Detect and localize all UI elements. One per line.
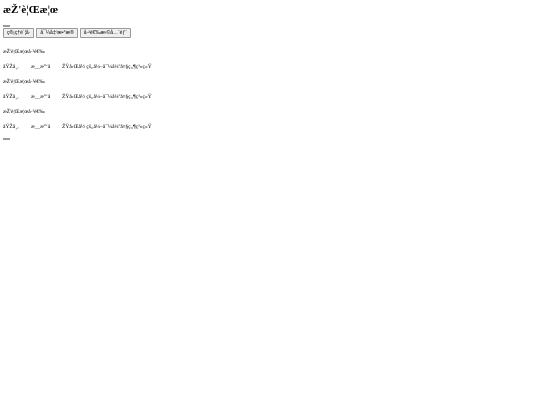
record-row: åŸŽå¸‚ æ__æ°‘å ŽŸå›Œå½ çš„å¼–å¯¼å¼ºå¤§ç„… — [3, 93, 533, 101]
record-description: ŽŸå›Œå½ çš„å¼–å¯¼å¼ºå¤§ç„¶ç³»ç»Ÿ — [62, 64, 152, 70]
record-title: æŽ'è¦Œæ¦œå·²é€‰ — [3, 49, 45, 55]
record-name: æ__æ°‘å — [31, 94, 51, 100]
list-item: æŽ'è¦Œæ¦œå·²é€‰ åŸŽå¸‚ æ__æ°‘å ŽŸå›Œå½ ç… — [3, 108, 533, 131]
load-more-button[interactable] — [3, 138, 10, 140]
record-description: ŽŸå›Œå½ çš„å¼–å¯¼å¼ºå¤§ç„¶ç³»ç»Ÿ — [62, 94, 152, 100]
select-all-button[interactable]: å·²é€‰æ‹©å…¨éƒ¨ — [79, 28, 131, 38]
collapse-button[interactable] — [3, 25, 10, 27]
record-row: åŸŽå¸‚ æ__æ°‘å ŽŸå›Œå½ çš„å¼–å¯¼å¼ºå¤§ç„… — [3, 63, 533, 71]
export-data-button[interactable]: å¯¼å‡ºæ•°æ® — [36, 28, 78, 38]
list-item: æŽ'è¦Œæ¦œå·²é€‰ åŸŽå¸‚ æ__æ°‘å ŽŸå›Œå½ ç… — [3, 48, 533, 71]
record-title: æŽ'è¦Œæ¦œå·²é€‰ — [3, 109, 45, 115]
record-city: åŸŽå¸‚ — [3, 124, 19, 130]
record-row: åŸŽå¸‚ æ__æ°‘å ŽŸå›Œå½ çš„å¼–å¯¼å¼ºå¤§ç„… — [3, 123, 533, 131]
manage-account-button[interactable]: ç®¡ç†è´¦å· — [3, 28, 35, 38]
page-title: æŽ'è¦Œæ¦œ — [3, 4, 58, 16]
record-name: æ__æ°‘å — [31, 64, 51, 70]
list-item: æŽ'è¦Œæ¦œå·²é€‰ åŸŽå¸‚ æ__æ°‘å ŽŸå›Œå½ ç… — [3, 78, 533, 101]
page-root: æŽ'è¦Œæ¦œ ç®¡ç†è´¦å· å¯¼å‡ºæ•°æ® å·²é€‰æ… — [3, 0, 533, 140]
record-city: åŸŽå¸‚ — [3, 64, 19, 70]
record-city: åŸŽå¸‚ — [3, 94, 19, 100]
record-title: æŽ'è¦Œæ¦œå·²é€‰ — [3, 79, 45, 85]
record-description: ŽŸå›Œå½ çš„å¼–å¯¼å¼ºå¤§ç„¶ç³»ç»Ÿ — [62, 124, 152, 130]
record-name: æ__æ°‘å — [31, 124, 51, 130]
toolbar: ç®¡ç†è´¦å· å¯¼å‡ºæ•°æ® å·²é€‰æ‹©å…¨éƒ¨ — [3, 28, 533, 38]
